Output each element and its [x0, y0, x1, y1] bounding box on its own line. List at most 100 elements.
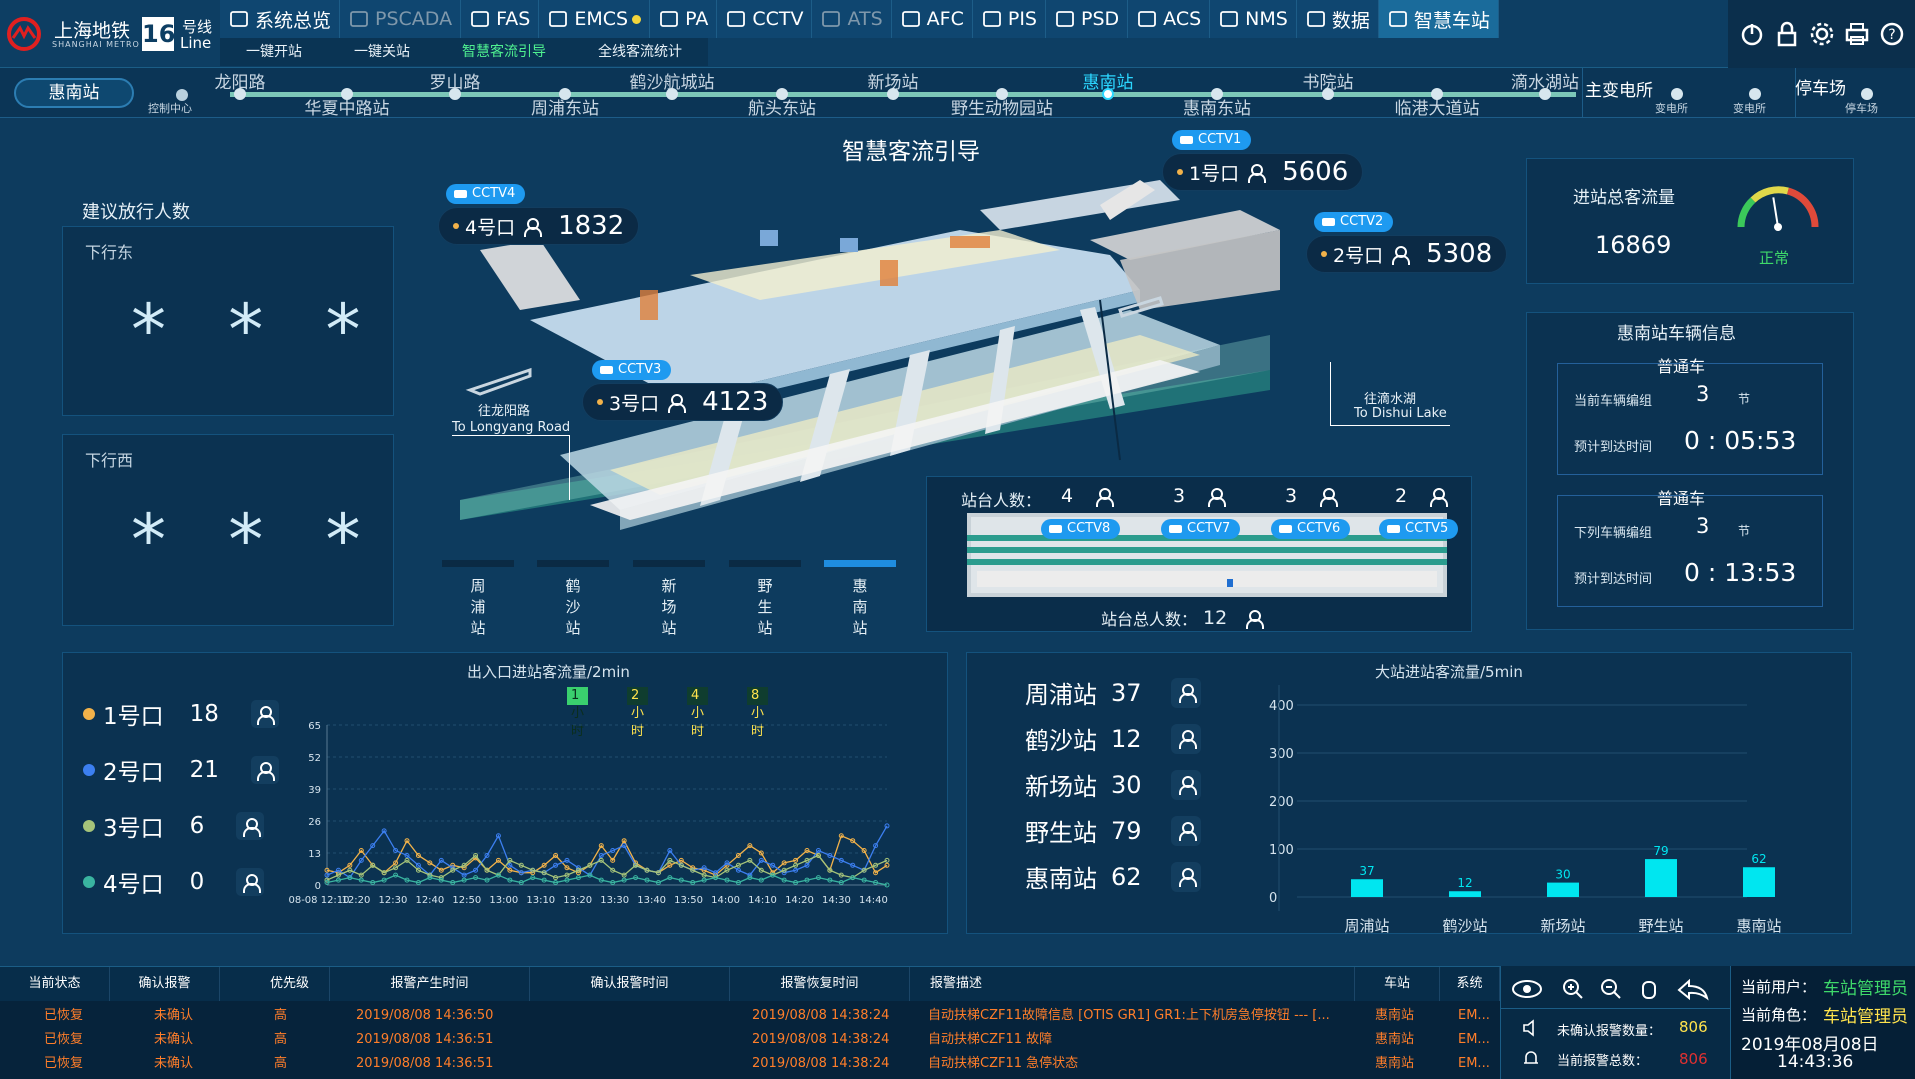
- alarm-col-header-3[interactable]: 报警产生时间: [330, 967, 530, 1001]
- lock-icon[interactable]: [1774, 21, 1800, 47]
- person-button[interactable]: [1171, 723, 1201, 754]
- zoom-out-icon[interactable]: [1601, 979, 1621, 999]
- depot-dot[interactable]: [1861, 88, 1873, 100]
- station-select-bar[interactable]: [633, 560, 705, 567]
- station-dot[interactable]: [1431, 88, 1443, 100]
- time-range-2[interactable]: 4小时: [687, 687, 708, 739]
- alarm-col-header-6[interactable]: 报警描述: [910, 967, 1355, 1001]
- station-flow-row-3[interactable]: 野生站 79: [1025, 813, 1201, 848]
- time-range-0[interactable]: 1小时: [567, 687, 588, 739]
- nav-tab-emcs[interactable]: EMCS: [539, 0, 651, 38]
- nav-tab-pa[interactable]: PA: [650, 0, 718, 38]
- legend-entrance-2[interactable]: 2号口 21: [83, 753, 279, 787]
- station-dot[interactable]: [559, 88, 571, 100]
- cctv1-tag[interactable]: CCTV1: [1172, 130, 1252, 150]
- station-dot[interactable]: [1102, 88, 1114, 100]
- printer-icon[interactable]: [1844, 21, 1870, 47]
- station-select-bar[interactable]: [537, 560, 609, 567]
- entrance-3-count[interactable]: 3号口 4123: [582, 383, 784, 421]
- back-arrow-icon[interactable]: [1677, 978, 1709, 1001]
- person-button[interactable]: [236, 868, 265, 896]
- alarm-row[interactable]: 已恢复 未确认 高 2019/08/08 14:36:51 2019/08/08 14:…: [0, 1029, 1500, 1051]
- station-select-label-0[interactable]: 周浦站: [470, 575, 485, 638]
- station-select-bar[interactable]: [442, 560, 514, 567]
- station-dot[interactable]: [996, 88, 1008, 100]
- time-range-3[interactable]: 8小时: [747, 687, 768, 739]
- entrance-4-count[interactable]: 4号口 1832: [438, 207, 640, 245]
- alarm-row[interactable]: 已恢复 未确认 高 2019/08/08 14:36:51 2019/08/08 14:…: [0, 1053, 1500, 1075]
- help-icon[interactable]: ?: [1879, 21, 1905, 47]
- nav-tab-智慧车站[interactable]: 智慧车站: [1378, 0, 1499, 38]
- station-dot[interactable]: [887, 88, 899, 100]
- alarm-col-header-4[interactable]: 确认报警时间: [530, 967, 730, 1001]
- bar-4[interactable]: [1743, 867, 1775, 897]
- station-dot[interactable]: [776, 88, 788, 100]
- cctv2-tag[interactable]: CCTV2: [1314, 212, 1394, 232]
- cctv3-tag[interactable]: CCTV3: [592, 360, 672, 380]
- person-button[interactable]: [1171, 769, 1201, 800]
- station-flow-row-2[interactable]: 新场站 30: [1025, 767, 1201, 802]
- sub-tab-0[interactable]: 一键开站: [220, 38, 328, 66]
- station-dot[interactable]: [1211, 88, 1223, 100]
- alarm-col-header-7[interactable]: 车站: [1355, 967, 1440, 1001]
- station-select-label-1[interactable]: 鹤沙站: [565, 575, 580, 638]
- sub-tab-1[interactable]: 一键关站: [328, 38, 436, 66]
- alarm-col-header-1[interactable]: 确认报警: [110, 967, 220, 1001]
- nav-tab-ats[interactable]: ATS: [812, 0, 892, 38]
- cctv8-tag[interactable]: CCTV8: [1041, 519, 1121, 539]
- entrance-2-count[interactable]: 2号口 5308: [1306, 235, 1508, 273]
- station-dot[interactable]: [1322, 88, 1334, 100]
- station-select-label-3[interactable]: 野生站: [757, 575, 772, 638]
- station-dot[interactable]: [666, 88, 678, 100]
- nav-tab-afc[interactable]: AFC: [891, 0, 973, 38]
- station-select-bar[interactable]: [824, 560, 896, 567]
- station-select-label-2[interactable]: 新场站: [661, 575, 676, 638]
- settings-gear-icon[interactable]: [1809, 21, 1835, 47]
- legend-entrance-3[interactable]: 3号口 6: [83, 809, 265, 843]
- nav-tab-psd[interactable]: PSD: [1046, 0, 1129, 38]
- bar-0[interactable]: [1351, 879, 1383, 897]
- cctv6-tag[interactable]: CCTV6: [1271, 519, 1351, 539]
- station-dot[interactable]: [341, 88, 353, 100]
- cctv4-tag[interactable]: CCTV4: [446, 184, 526, 204]
- cctv7-tag[interactable]: CCTV7: [1161, 519, 1241, 539]
- pan-hand-icon[interactable]: [1642, 981, 1656, 999]
- alarm-col-header-8[interactable]: 系统: [1440, 967, 1500, 1001]
- nav-tab-pscada[interactable]: PSCADA: [340, 0, 462, 38]
- station-dot[interactable]: [234, 88, 246, 100]
- cctv5-tag[interactable]: CCTV5: [1379, 519, 1459, 539]
- person-button[interactable]: [250, 756, 279, 784]
- nav-tab-acs[interactable]: ACS: [1128, 0, 1211, 38]
- bar-3[interactable]: [1645, 859, 1677, 897]
- person-button[interactable]: [1171, 861, 1201, 892]
- sub-tab-3[interactable]: 全线客流统计: [572, 38, 708, 66]
- station-flow-row-0[interactable]: 周浦站 37: [1025, 675, 1201, 710]
- station-flow-row-1[interactable]: 鹤沙站 12: [1025, 721, 1201, 756]
- person-button[interactable]: [1171, 677, 1201, 708]
- person-button[interactable]: [250, 700, 279, 728]
- substation-dot[interactable]: [1671, 88, 1683, 100]
- power-button-icon[interactable]: [1739, 21, 1765, 47]
- entrance-1-count[interactable]: 1号口 5606: [1162, 153, 1364, 191]
- bar-1[interactable]: [1449, 891, 1481, 897]
- sub-tab-2[interactable]: 智慧客流引导: [436, 38, 572, 66]
- alarm-col-header-0[interactable]: 当前状态: [0, 967, 110, 1001]
- legend-entrance-4[interactable]: 4号口 0: [83, 865, 265, 899]
- nav-tab-nms[interactable]: NMS: [1210, 0, 1297, 38]
- legend-entrance-1[interactable]: 1号口 18: [83, 697, 279, 731]
- station-select-label-4[interactable]: 惠南站: [852, 575, 867, 638]
- nav-tab-cctv[interactable]: CCTV: [717, 0, 813, 38]
- nav-tab-pis[interactable]: PIS: [972, 0, 1046, 38]
- speaker-mute-icon[interactable]: [1521, 1018, 1541, 1038]
- person-button[interactable]: [1171, 815, 1201, 846]
- time-range-1[interactable]: 2小时: [627, 687, 648, 739]
- person-button[interactable]: [236, 812, 265, 840]
- bar-2[interactable]: [1547, 882, 1579, 897]
- station-dot[interactable]: [1539, 88, 1551, 100]
- nav-tab-系统总览[interactable]: 系统总览: [220, 0, 341, 38]
- substation-dot-2[interactable]: [1749, 88, 1761, 100]
- zoom-in-icon[interactable]: [1563, 979, 1583, 999]
- nav-tab-fas[interactable]: FAS: [461, 0, 540, 38]
- alarm-row[interactable]: 已恢复 未确认 高 2019/08/08 14:36:50 2019/08/08 14:…: [0, 1005, 1500, 1027]
- eye-icon[interactable]: [1512, 980, 1542, 998]
